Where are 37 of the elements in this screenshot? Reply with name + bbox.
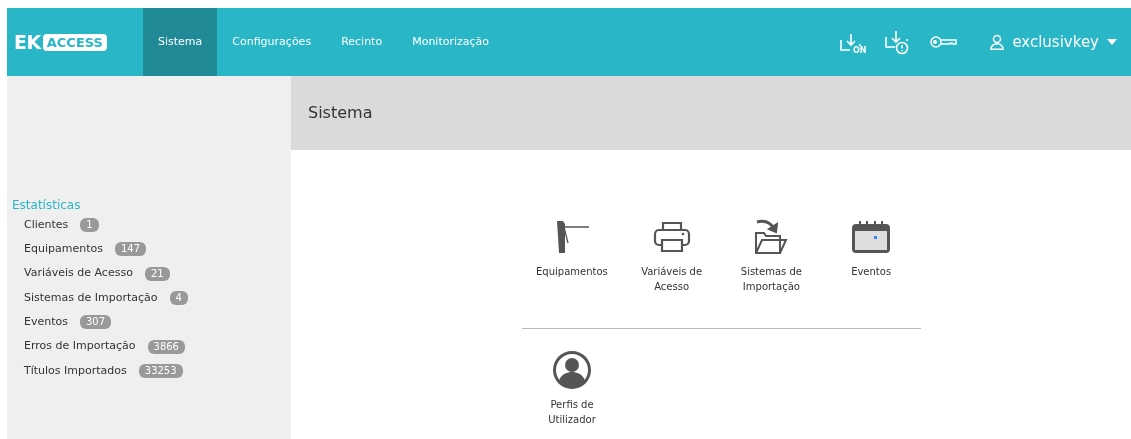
nav-tab[interactable]: Configurações	[217, 8, 327, 76]
count-badge: 3866	[147, 339, 185, 354]
count-badge: 21	[144, 266, 170, 281]
nav-tab[interactable]: Sistema	[143, 8, 218, 76]
folder-icon	[753, 219, 790, 255]
page-title: Sistema	[308, 102, 373, 124]
calendar-icon	[851, 220, 892, 254]
sidebar-title: Estatísticas	[12, 197, 81, 213]
printer-icon	[652, 221, 691, 253]
user-profile-icon	[552, 350, 592, 390]
logo: EK ACCESS	[14, 27, 107, 57]
count-badge: 4	[169, 291, 188, 306]
count-badge: 147	[114, 242, 146, 257]
stat-label: Equipamentos	[24, 241, 103, 258]
stat-label: Sistemas de Importação	[24, 289, 158, 306]
shortcut-tile[interactable]: Sistemas de Importação	[721, 216, 822, 294]
count-badge: 307	[80, 315, 112, 330]
stat-label: Eventos	[24, 314, 68, 331]
stat-label: Erros de Importação	[24, 338, 136, 355]
count-badge: 1	[80, 218, 99, 233]
on-label: ON	[852, 47, 867, 55]
shortcut-tile[interactable]: Eventos	[821, 216, 921, 294]
nav-tab[interactable]: Recinto	[326, 8, 398, 76]
count-badge: 33253	[138, 363, 183, 378]
stat-label: Títulos Importados	[24, 362, 127, 379]
user-icon	[990, 34, 1005, 50]
user-menu[interactable]: exclusivkey	[970, 8, 1131, 76]
shortcut-tile[interactable]: Variáveis de Acesso	[621, 216, 722, 294]
download-on-button[interactable]: ON	[838, 32, 867, 52]
key-icon	[930, 35, 959, 49]
key-button[interactable]	[930, 35, 959, 49]
stat-label: Clientes	[24, 216, 69, 233]
shortcut-tile[interactable]: Perfis de Utilizador	[522, 349, 622, 427]
shortcut-tile[interactable]: Equipamentos	[522, 216, 622, 294]
caret-icon	[1107, 39, 1117, 45]
nav-tab[interactable]: Monitorização	[397, 8, 505, 76]
stat-label: Variáveis de Acesso	[24, 265, 133, 282]
